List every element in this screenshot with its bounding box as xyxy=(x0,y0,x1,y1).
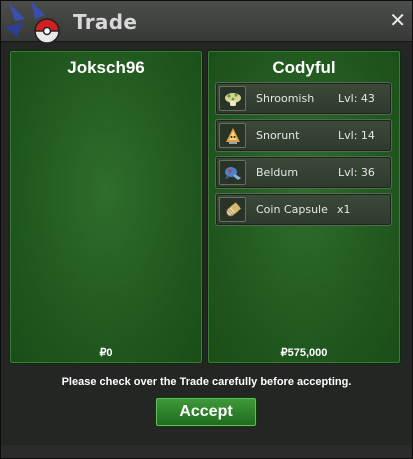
item-name: Shroomish xyxy=(256,92,315,105)
trade-window: Trade ✕ Joksch96 ₽0 Codyful Shroomish Lv… xyxy=(0,0,413,459)
partner-offered-money: ₽575,000 xyxy=(280,347,328,359)
trade-item-coin-capsule[interactable]: Coin Capsule x1 xyxy=(215,193,392,226)
close-icon[interactable]: ✕ xyxy=(389,10,406,30)
item-level: Lvl: 14 xyxy=(338,129,375,142)
partner-item-list: Shroomish Lvl: 43 Snorunt Lvl: 14 Beldum… xyxy=(215,82,392,230)
shroomish-icon xyxy=(219,86,246,111)
coin-capsule-icon xyxy=(219,197,246,222)
trade-item-beldum[interactable]: Beldum Lvl: 36 xyxy=(215,156,392,189)
item-name: Beldum xyxy=(256,166,299,179)
my-offered-money: ₽0 xyxy=(99,347,113,359)
title-bar[interactable]: Trade ✕ xyxy=(1,1,412,44)
item-level: Lvl: 43 xyxy=(338,92,375,105)
partner-player-name: Codyful xyxy=(272,58,336,77)
window-footer xyxy=(1,445,412,458)
trade-notice: Please check over the Trade carefully be… xyxy=(61,376,352,388)
beldum-icon xyxy=(219,160,246,185)
snorunt-icon xyxy=(219,123,246,148)
partner-trade-panel: Codyful Shroomish Lvl: 43 Snorunt Lvl: 1… xyxy=(207,50,401,364)
item-name: Coin Capsule xyxy=(256,203,328,216)
pokeball-logo-icon xyxy=(5,1,60,44)
item-level: Lvl: 36 xyxy=(338,166,375,179)
my-trade-panel: Joksch96 ₽0 xyxy=(9,50,203,364)
trade-item-snorunt[interactable]: Snorunt Lvl: 14 xyxy=(215,119,392,152)
item-quantity: x1 xyxy=(337,203,351,216)
item-name: Snorunt xyxy=(256,129,300,142)
my-player-name: Joksch96 xyxy=(67,58,145,77)
accept-button[interactable]: Accept xyxy=(155,397,257,427)
window-title: Trade xyxy=(73,10,138,34)
trade-item-shroomish[interactable]: Shroomish Lvl: 43 xyxy=(215,82,392,115)
